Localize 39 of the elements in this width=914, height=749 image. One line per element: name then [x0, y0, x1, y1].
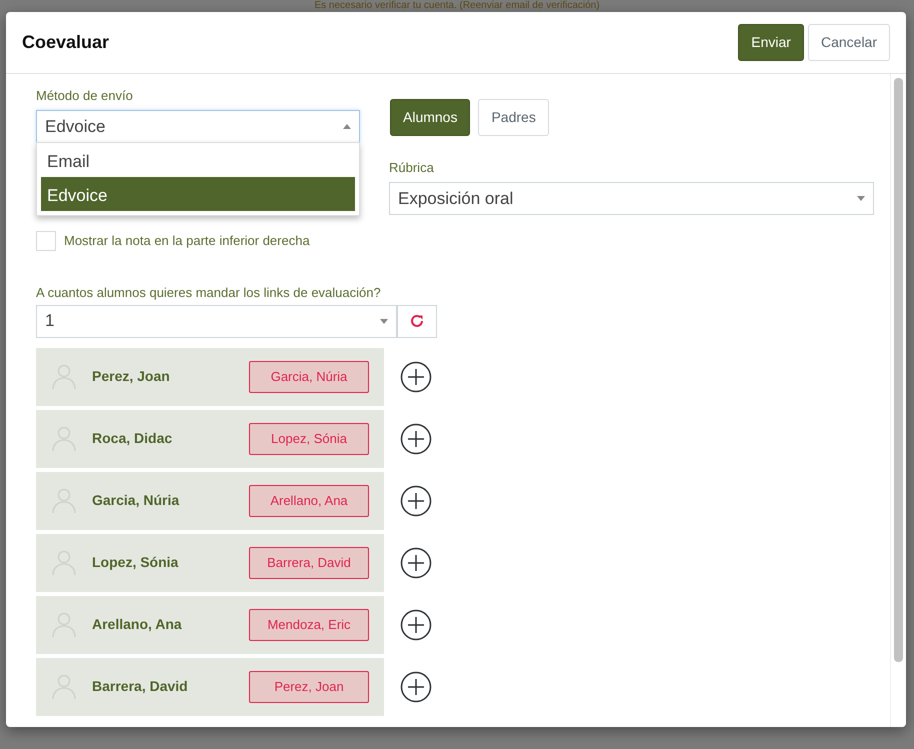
add-icon[interactable]	[400, 484, 432, 516]
audience-tab[interactable]: Padres	[478, 99, 549, 136]
evaluator-tag[interactable]: Barrera, David	[249, 546, 369, 578]
checkbox-label: Mostrar la nota en la parte inferior derecha	[64, 232, 310, 250]
add-icon[interactable]	[400, 670, 432, 702]
cancel-button[interactable]: Cancelar	[808, 24, 890, 61]
evaluator-tag[interactable]: Garcia, Núria	[249, 360, 369, 392]
send-button[interactable]: Enviar	[738, 24, 804, 61]
checkbox[interactable]	[36, 231, 56, 251]
add-icon[interactable]	[400, 546, 432, 578]
student-name: Roca, Didac	[92, 429, 174, 448]
rubric-select[interactable]: Exposición oral	[389, 182, 874, 215]
evaluator-tag[interactable]: Arellano, Ana	[249, 484, 369, 516]
caret-icon	[380, 318, 388, 324]
field-label: Rúbrica	[389, 159, 434, 177]
refresh-icon	[409, 313, 425, 329]
student-name: Lopez, Sónia	[92, 553, 180, 572]
student-name: Barrera, David	[92, 677, 189, 696]
student-name: Arellano, Ana	[92, 615, 183, 634]
student-name: Perez, Joan	[92, 367, 171, 386]
add-icon[interactable]	[400, 422, 432, 454]
modal-title: Coevaluar	[22, 32, 110, 54]
evaluator-tag[interactable]: Perez, Joan	[249, 670, 369, 702]
dropdown-option[interactable]: Email	[41, 143, 355, 177]
evaluator-tag[interactable]: Mendoza, Eric	[249, 608, 369, 640]
field-label: Método de envío	[36, 87, 133, 105]
add-icon[interactable]	[400, 608, 432, 640]
caret-icon	[857, 196, 865, 201]
scrollbar[interactable]	[890, 74, 906, 727]
add-icon[interactable]	[400, 360, 432, 392]
dropdown-option[interactable]: Edvoice	[41, 177, 355, 211]
send-method-select[interactable]: Edvoice	[36, 110, 360, 143]
evaluator-tag[interactable]: Lopez, Sónia	[249, 422, 369, 454]
refresh-button[interactable]	[397, 304, 437, 338]
count-select[interactable]: 1	[36, 304, 397, 338]
audience-tab[interactable]: Alumnos	[390, 99, 470, 136]
verification-banner-text: Es necesario verificar tu cuenta. (Reenviar email de verificación)	[313, 0, 601, 11]
question-label: A cuantos alumnos quieres mandar los links de evaluación?	[36, 284, 382, 302]
student-name: Garcia, Núria	[92, 491, 180, 510]
